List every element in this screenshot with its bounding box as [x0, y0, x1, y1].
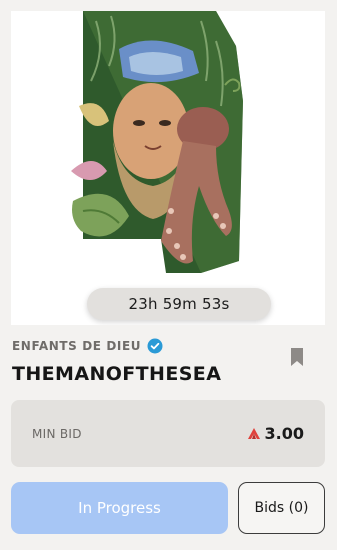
- collection-name[interactable]: ENFANTS DE DIEU: [12, 339, 141, 353]
- artwork-illustration: [71, 11, 243, 273]
- min-bid-value: 3.00: [264, 424, 304, 443]
- bookmark-icon[interactable]: [290, 347, 304, 367]
- currency-icon: [247, 428, 260, 439]
- min-bid-label: MIN BID: [32, 427, 82, 441]
- min-bid-amount: 3.00: [247, 424, 304, 443]
- artwork-image[interactable]: 23h 59m 53s: [11, 11, 325, 325]
- nft-title: THEMANOFTHESEA: [12, 363, 222, 385]
- collection-row: ENFANTS DE DIEU: [12, 337, 163, 355]
- min-bid-panel: MIN BID 3.00: [11, 400, 325, 467]
- nft-card: 23h 59m 53s ENFANTS DE DIEU THEMANOFTHES…: [0, 0, 337, 550]
- bids-button[interactable]: Bids (0): [238, 482, 325, 534]
- in-progress-button[interactable]: In Progress: [11, 482, 228, 534]
- auction-timer: 23h 59m 53s: [87, 288, 271, 320]
- verified-badge-icon: [147, 338, 163, 354]
